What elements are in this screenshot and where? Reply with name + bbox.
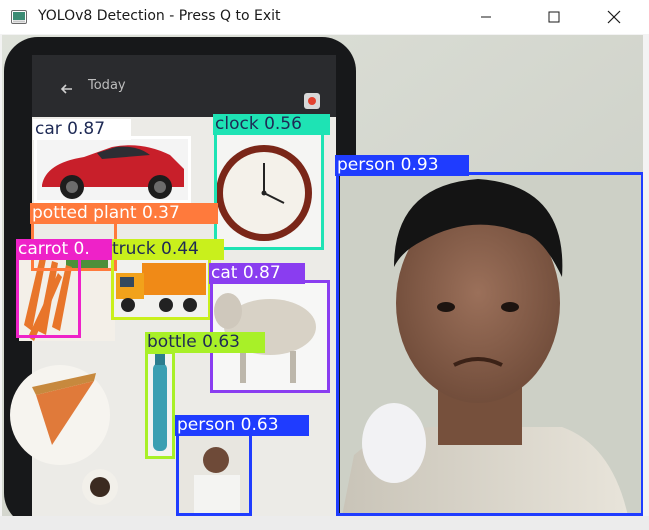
detection-label-truck: truck 0.44: [110, 239, 224, 260]
detection-box-person-main: [336, 172, 643, 516]
minimize-icon: [481, 16, 491, 18]
maximize-icon: [548, 11, 560, 23]
title-bar[interactable]: YOLOv8 Detection - Press Q to Exit: [0, 0, 649, 34]
detection-label-person-main: person 0.93: [335, 155, 469, 176]
window-bottom-edge: [0, 516, 649, 530]
phone-header-text: Today: [87, 78, 126, 93]
maximize-button[interactable]: [531, 0, 577, 34]
close-icon: [607, 10, 621, 24]
close-button[interactable]: [591, 0, 637, 34]
detection-box-clock: [214, 131, 324, 250]
detection-label-clock: clock 0.56: [213, 114, 330, 135]
app-window: YOLOv8 Detection - Press Q to Exit Today…: [0, 0, 649, 530]
detection-box-truck: [111, 256, 211, 320]
window-title: YOLOv8 Detection - Press Q to Exit: [38, 8, 281, 24]
detection-label-cat: cat 0.87: [209, 263, 305, 284]
target-icon: [304, 93, 320, 109]
detection-box-person-small: [176, 433, 252, 516]
detection-label-car: car 0.87: [33, 119, 131, 140]
detection-label-carrot: carrot 0.: [16, 239, 112, 260]
detection-label-bottle: bottle 0.63: [145, 332, 265, 353]
camera-frame: Today car 0.87 clock 0.56 person 0.93 po…: [2, 35, 643, 516]
detection-label-person-small: person 0.63: [175, 415, 309, 436]
detection-box-bottle: [145, 351, 175, 459]
app-icon: [11, 10, 27, 24]
minimize-button[interactable]: [463, 0, 509, 34]
detection-label-potted-plant: potted plant 0.37: [30, 203, 218, 224]
detection-box-carrot: [16, 256, 81, 338]
detection-box-car: [34, 136, 191, 203]
